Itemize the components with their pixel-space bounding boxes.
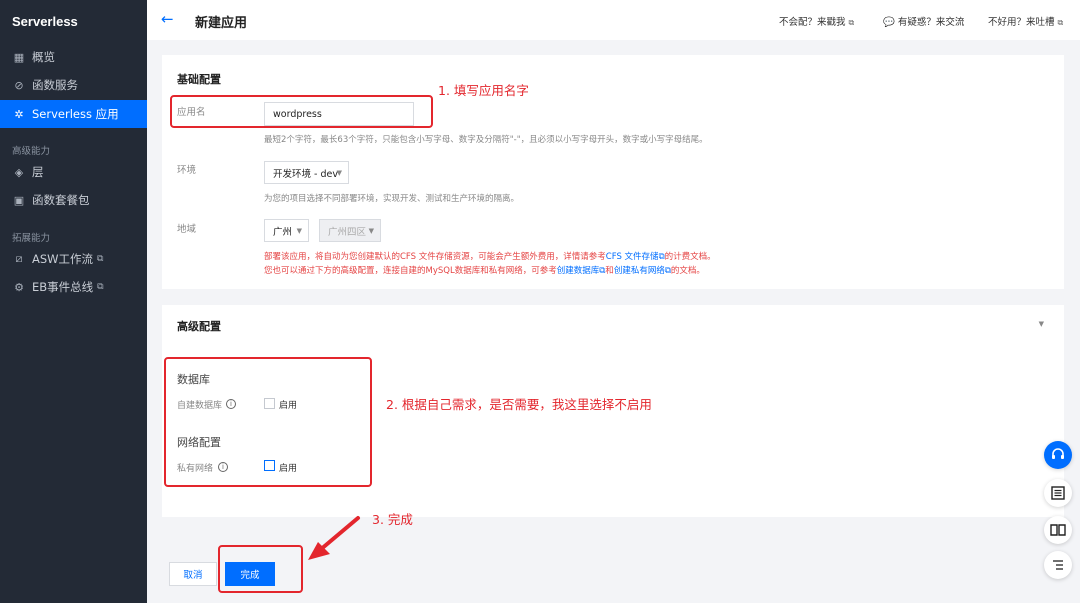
env-hint: 为您的项目选择不同部署环境，实现开发、测试和生产环境的隔离。: [264, 194, 520, 204]
caret-down-icon: ▼: [368, 227, 374, 235]
env-select[interactable]: 开发环境 - dev ▼: [264, 161, 349, 184]
annotation-step2: 2. 根据自己需求，是否需要，我这里选择不启用: [386, 397, 652, 412]
sidebar-item-label: Serverless 应用: [32, 107, 119, 121]
sidebar-item-package[interactable]: ▣ 函数套餐包: [0, 186, 147, 214]
external-link-icon: ⧉: [1057, 18, 1064, 27]
annotation-step3: 3. 完成: [372, 512, 413, 527]
env-select-value: 开发环境 - dev: [273, 168, 338, 180]
sidebar-item-eventbus[interactable]: ⚙ EB事件总线 ⧉: [0, 273, 147, 301]
advanced-config-title: 高级配置: [177, 320, 221, 333]
chat-icon: 💬: [883, 17, 895, 28]
sidebar-item-label: 层: [32, 165, 44, 179]
book-button[interactable]: [1044, 516, 1072, 544]
region-select-value: 广州: [273, 226, 293, 238]
advanced-hint-warning: 您也可以通过下方的高级配置，连接自建的MySQL数据库和私有网络，可参考创建数据…: [264, 264, 705, 276]
eventbus-icon: ⚙: [14, 280, 24, 294]
basic-config-title: 基础配置: [177, 73, 221, 86]
warning-text: 和: [605, 266, 614, 276]
sidebar: Serverless ▦ 概览 ⊘ 函数服务 ✲ Serverless 应用 高…: [0, 0, 147, 603]
annotation-step1: 1. 填写应用名字: [438, 83, 529, 98]
app-name-hint: 最短2个字符，最长63个字符，只能包含小写字母、数字及分隔符"-"，且必须以小写…: [264, 135, 708, 145]
cfs-doc-link[interactable]: CFS 文件存储: [606, 252, 659, 262]
warning-text: 部署该应用，将自动为您创建默认的CFS 文件存储资源，可能会产生额外费用，详情请…: [264, 252, 606, 262]
warning-text: 您也可以通过下方的高级配置，连接自建的MySQL数据库和私有网络，可参考: [264, 266, 557, 276]
support-headset-button[interactable]: [1044, 441, 1072, 469]
sidebar-item-layers[interactable]: ◈ 层: [0, 158, 147, 186]
annotation-arrow-icon: [308, 516, 360, 560]
discuss-label: 有疑惑？来交流: [897, 17, 965, 28]
brand-title: Serverless: [12, 14, 78, 29]
annotation-box-app-name: [170, 95, 433, 128]
external-link-icon: ⧉: [97, 254, 104, 264]
group-advanced: 高级能力: [12, 146, 51, 157]
sidebar-item-label: ASW工作流: [32, 252, 94, 266]
collapse-caret-icon[interactable]: ▼: [1039, 320, 1044, 328]
sidebar-item-overview[interactable]: ▦ 概览: [0, 43, 147, 71]
external-link-icon: ⧉: [97, 282, 104, 292]
warning-text: 的计费文档。: [664, 252, 716, 262]
warning-text: 的文档。: [670, 266, 705, 276]
grid-icon: ▦: [13, 50, 25, 64]
region-label: 地域: [177, 224, 197, 235]
external-link-icon: ⧉: [848, 18, 855, 27]
sidebar-item-functions[interactable]: ⊘ 函数服务: [0, 71, 147, 99]
discuss-link[interactable]: 💬 有疑惑？来交流: [883, 14, 964, 28]
book-icon: [1050, 524, 1066, 536]
function-icon: ⊘: [14, 78, 24, 92]
package-icon: ▣: [13, 193, 25, 207]
sidebar-item-label: 概览: [32, 50, 55, 64]
annotation-box-advanced: [164, 357, 372, 487]
workflow-icon: ⧄: [15, 252, 23, 265]
feedback-label: 不好用？来吐槽: [988, 17, 1055, 28]
list-icon: [1051, 486, 1065, 500]
zone-select-value: 广州四区: [328, 226, 367, 238]
layers-icon: ◈: [14, 165, 24, 179]
outline-icon: [1053, 560, 1063, 570]
feedback-link[interactable]: 不好用？来吐槽 ⧉: [988, 14, 1063, 28]
create-db-link[interactable]: 创建数据库: [557, 266, 600, 276]
sidebar-item-label: 函数套餐包: [32, 193, 90, 207]
zone-select: 广州四区 ▼: [319, 219, 381, 242]
caret-down-icon: ▼: [296, 227, 302, 235]
sidebar-item-serverless-app[interactable]: ✲ Serverless 应用: [0, 100, 147, 128]
page-title: 新建应用: [195, 16, 248, 31]
caret-down-icon: ▼: [336, 169, 342, 177]
help-config-label: 不会配？来戳我: [779, 17, 846, 28]
outline-button[interactable]: [1044, 551, 1072, 579]
cfs-warning: 部署该应用，将自动为您创建默认的CFS 文件存储资源，可能会产生额外费用，详情请…: [264, 250, 716, 262]
cancel-button[interactable]: 取消: [169, 562, 217, 586]
headset-icon: [1052, 448, 1064, 459]
region-select[interactable]: 广州 ▼: [264, 219, 309, 242]
sidebar-item-asw[interactable]: ⧄ ASW工作流 ⧉: [0, 245, 147, 273]
app-icon: ✲: [14, 107, 24, 121]
env-label: 环境: [177, 165, 197, 176]
group-extension: 拓展能力: [12, 233, 51, 244]
annotation-box-done: [218, 545, 303, 593]
docs-list-button[interactable]: [1044, 479, 1072, 507]
sidebar-item-label: EB事件总线: [32, 280, 94, 294]
basic-config-card: 基础配置 应用名 wordpress 最短2个字符，最长63个字符，只能包含小写…: [162, 55, 1064, 289]
sidebar-item-label: 函数服务: [32, 78, 78, 92]
top-bar: ← 新建应用 不会配？来戳我 ⧉ 💬 有疑惑？来交流 不好用？来吐槽 ⧉: [147, 0, 1080, 40]
help-config-link[interactable]: 不会配？来戳我 ⧉: [779, 14, 854, 28]
create-vpc-link[interactable]: 创建私有网络: [614, 266, 665, 276]
back-arrow-icon[interactable]: ←: [161, 10, 174, 28]
